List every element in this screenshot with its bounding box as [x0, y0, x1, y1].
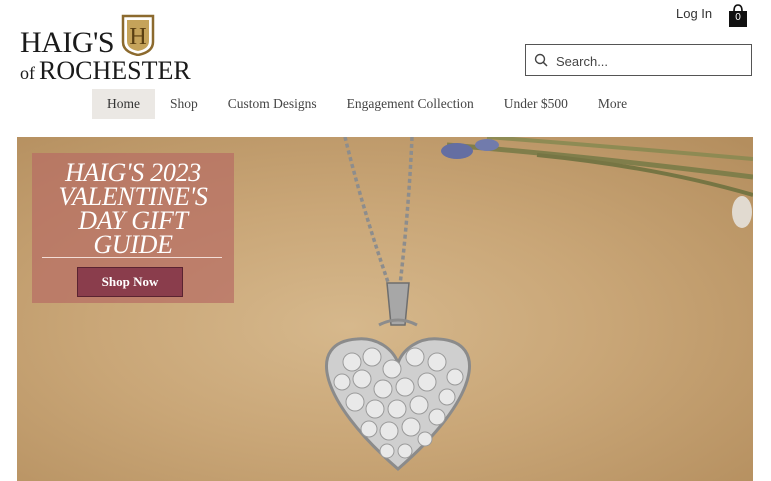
search-icon [534, 53, 548, 67]
shop-now-button[interactable]: Shop Now [77, 267, 183, 297]
logo-text-line1: HAIG'S [20, 26, 115, 59]
search-input[interactable] [554, 49, 748, 73]
nav-item-home[interactable]: Home [92, 89, 155, 119]
cart-count-badge: 0 [735, 12, 741, 23]
nav-item-under-500[interactable]: Under $500 [489, 89, 583, 119]
logo-text-rochester: ROCHESTER [39, 56, 191, 85]
login-link[interactable]: Log In [676, 6, 712, 21]
promo-panel: HAIG'S 2023 VALENTINE'S DAY GIFT GUIDE S… [32, 153, 234, 303]
promo-divider [42, 257, 222, 258]
nav-item-custom-designs[interactable]: Custom Designs [213, 89, 332, 119]
main-nav: Home Shop Custom Designs Engagement Coll… [92, 89, 642, 119]
search-box[interactable] [525, 44, 752, 76]
logo-text-of: of [20, 63, 35, 83]
nav-item-engagement-collection[interactable]: Engagement Collection [332, 89, 489, 119]
nav-item-more[interactable]: More [583, 89, 642, 119]
hero-banner[interactable]: HAIG'S 2023 VALENTINE'S DAY GIFT GUIDE S… [17, 137, 753, 481]
promo-headline: HAIG'S 2023 VALENTINE'S DAY GIFT GUIDE [58, 158, 208, 259]
svg-text:H: H [129, 24, 146, 50]
nav-item-shop[interactable]: Shop [155, 89, 213, 119]
logo-emblem-icon: H [121, 14, 155, 56]
logo-text-line2: of ROCHESTER [20, 56, 191, 86]
brand-logo[interactable]: HAIG'S H of ROCHESTER [20, 14, 191, 85]
